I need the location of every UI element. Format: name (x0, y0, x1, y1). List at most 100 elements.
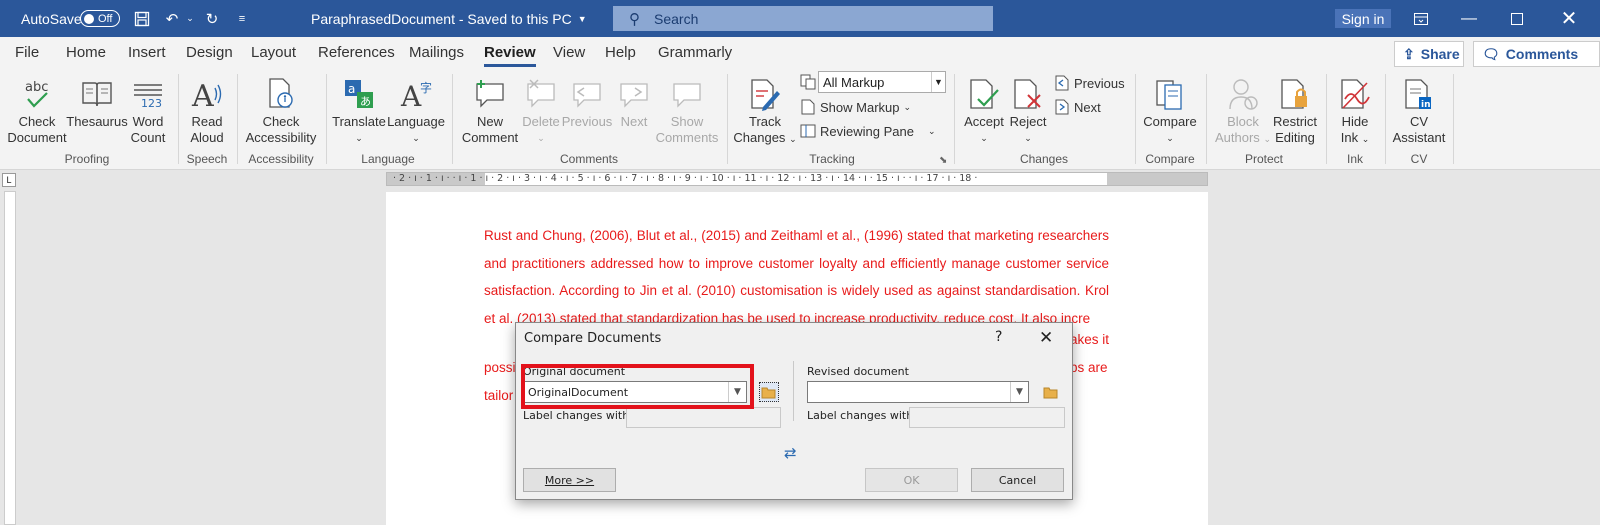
comments-button[interactable]: 🗨 Comments (1473, 41, 1600, 67)
browse-original-folder-icon[interactable] (759, 382, 779, 402)
group-label-proofing: Proofing (64, 152, 110, 166)
block-authors-button[interactable]: Block Authors ⌄ (1212, 74, 1274, 147)
tab-insert[interactable]: Insert (128, 44, 166, 61)
accept-button[interactable]: Accept ⌄ (958, 74, 1010, 146)
next-comment-button[interactable]: Next (614, 74, 654, 130)
reviewing-pane-button[interactable]: Reviewing Pane ⌄ (800, 121, 936, 141)
spelling-check-icon: abc (22, 74, 52, 114)
close-icon[interactable]: ✕ (1039, 328, 1053, 348)
document-text-fragment: possi (484, 360, 516, 375)
original-document-label: Original document (523, 365, 626, 378)
document-paragraph[interactable]: Rust and Chung, (2006), Blut et al., (20… (484, 222, 1109, 332)
tab-review[interactable]: Review (484, 44, 536, 67)
restrict-editing-button[interactable]: Restrict Editing (1268, 74, 1322, 146)
hide-ink-icon (1339, 74, 1371, 114)
svg-text:字: 字 (420, 80, 432, 95)
show-markup-icon (800, 99, 816, 115)
thesaurus-button[interactable]: Thesaurus (66, 74, 128, 130)
delete-comment-button[interactable]: Delete ⌄ (520, 74, 562, 146)
sign-in-button[interactable]: Sign in (1335, 9, 1391, 28)
share-button[interactable]: ⇪ Share (1394, 41, 1464, 67)
tab-layout[interactable]: Layout (251, 44, 296, 61)
group-separator (178, 74, 179, 164)
svg-text:a: a (348, 82, 355, 96)
group-separator (1385, 74, 1386, 164)
previous-comment-icon (570, 74, 604, 114)
linkedin-resume-icon: in (1403, 74, 1435, 114)
original-label-changes-field[interactable] (626, 407, 781, 428)
read-aloud-button[interactable]: A Read Aloud (182, 74, 232, 146)
tab-view[interactable]: View (553, 44, 585, 61)
ok-button[interactable]: OK (865, 468, 958, 492)
previous-change-button[interactable]: Previous (1054, 73, 1125, 93)
language-button[interactable]: A字 Language ⌄ (386, 74, 446, 146)
svg-text:A: A (191, 79, 214, 110)
swap-documents-icon[interactable]: ⇄ (784, 444, 797, 462)
group-separator (1135, 74, 1136, 164)
undo-dropdown-icon[interactable]: ⌄ (180, 0, 200, 37)
word-count-button[interactable]: 123 Word Count (126, 74, 170, 146)
horizontal-ruler[interactable]: · 2 · ı · 1 · ı · · ı · 1 · ı · 2 · ı · … (386, 172, 1208, 186)
translate-icon: aあ (343, 74, 375, 114)
dialog-separator (793, 361, 794, 421)
save-icon[interactable] (132, 0, 152, 37)
more-button[interactable]: More >> (523, 468, 616, 492)
document-text-fragment: ps are (1070, 360, 1108, 375)
tab-home[interactable]: Home (66, 44, 106, 61)
svg-text:123: 123 (141, 97, 162, 109)
chevron-down-icon: ▼ (931, 72, 945, 92)
tab-design[interactable]: Design (186, 44, 233, 61)
revised-document-combo[interactable]: ▼ (807, 381, 1029, 403)
undo-icon[interactable]: ↶ (162, 0, 182, 37)
tracking-options-launcher-icon[interactable]: ⬊ (939, 150, 947, 170)
group-label-cv: CV (1410, 152, 1428, 166)
group-separator (452, 74, 453, 164)
new-comment-button[interactable]: New Comment (458, 74, 522, 146)
group-separator (237, 74, 238, 164)
search-box[interactable]: ⚲ Search (613, 6, 993, 31)
compare-button[interactable]: Compare ⌄ (1140, 74, 1200, 146)
group-separator (1206, 74, 1207, 164)
tab-grammarly[interactable]: Grammarly (658, 44, 732, 61)
reviewing-pane-icon (800, 123, 816, 139)
translate-button[interactable]: aあ Translate ⌄ (332, 74, 386, 146)
track-changes-button[interactable]: Track Changes ⌄ (732, 74, 798, 147)
search-icon: ⚲ (629, 10, 640, 28)
next-comment-icon (617, 74, 651, 114)
help-icon[interactable]: ? (995, 329, 1002, 345)
previous-comment-button[interactable]: Previous (562, 74, 612, 130)
document-title[interactable]: ParaphrasedDocument - Saved to this PC ▼ (311, 0, 587, 37)
autosave-toggle[interactable]: Off (80, 10, 120, 27)
comment-icon: 🗨 (1482, 45, 1500, 62)
show-markup-button[interactable]: Show Markup ⌄ (800, 97, 911, 117)
minimize-icon[interactable]: — (1446, 0, 1492, 37)
cancel-button[interactable]: Cancel (971, 468, 1064, 492)
customize-qat-icon[interactable]: ≡ (232, 0, 252, 37)
tab-selector-icon[interactable]: L (2, 173, 16, 187)
display-for-review-select[interactable]: All Markup ▼ (818, 71, 946, 93)
chevron-down-icon[interactable]: ▼ (1010, 382, 1028, 402)
ribbon-display-options-icon[interactable] (1398, 0, 1444, 37)
tab-mailings[interactable]: Mailings (409, 44, 464, 61)
cv-assistant-button[interactable]: in CV Assistant (1390, 74, 1448, 146)
group-separator (326, 74, 327, 164)
chevron-down-icon[interactable]: ▼ (728, 382, 746, 402)
close-window-icon[interactable]: ✕ (1546, 0, 1592, 37)
hide-ink-button[interactable]: Hide Ink ⌄ (1332, 74, 1378, 147)
group-label-language: Language (361, 152, 415, 166)
document-text-fragment: akes it (1070, 332, 1110, 347)
reject-button[interactable]: Reject ⌄ (1010, 74, 1046, 146)
browse-revised-folder-icon[interactable] (1041, 382, 1061, 402)
next-change-button[interactable]: Next (1054, 97, 1101, 117)
check-accessibility-button[interactable]: Check Accessibility (242, 74, 320, 146)
vertical-ruler-area: L (0, 171, 20, 525)
check-document-button[interactable]: abc Check Document (6, 74, 68, 146)
show-comments-button[interactable]: Show Comments (654, 74, 720, 146)
revised-label-changes-field[interactable] (909, 407, 1065, 428)
maximize-icon[interactable] (1494, 0, 1540, 37)
tab-references[interactable]: References (318, 44, 395, 61)
tab-file[interactable]: File (15, 44, 39, 61)
tab-help[interactable]: Help (605, 44, 636, 61)
original-document-combo[interactable]: OriginalDocument ▼ (523, 381, 747, 403)
redo-icon[interactable]: ↻ (202, 0, 222, 37)
